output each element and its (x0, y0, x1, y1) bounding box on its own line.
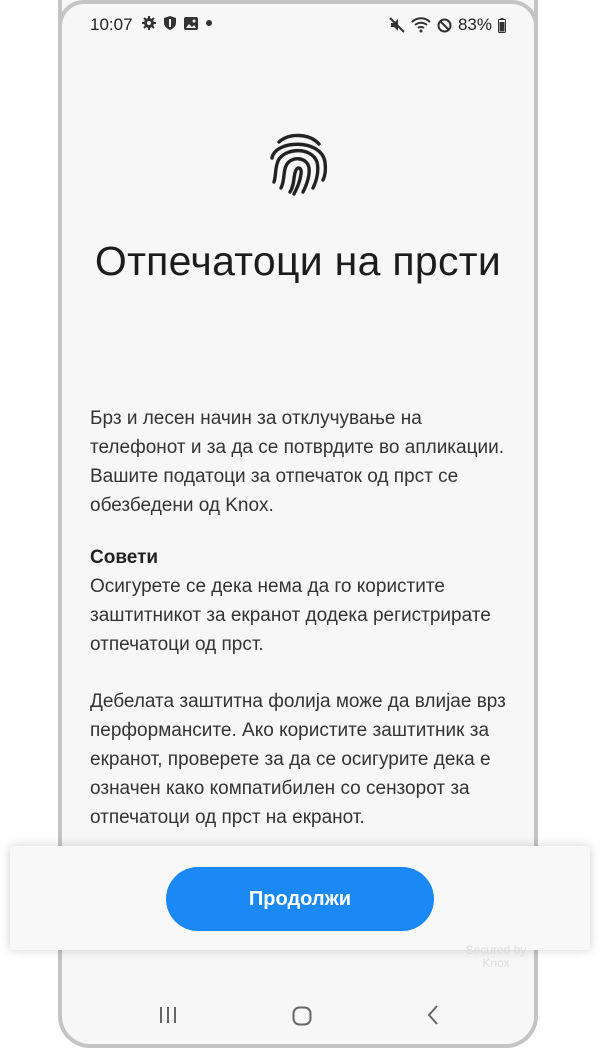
dot-icon (206, 20, 212, 26)
knox-watermark: Secured by Knox (456, 944, 536, 970)
battery-icon (498, 17, 506, 33)
status-right-icons: 83% (389, 15, 506, 35)
intro-text: Брз и лесен начин за отклучување на теле… (90, 408, 504, 516)
header: Отпечатоци на прсти (90, 130, 506, 288)
home-icon[interactable] (292, 1006, 312, 1026)
status-bar: 10:07 83% (62, 0, 534, 50)
status-left-icons (142, 16, 212, 30)
no-sign-icon (437, 18, 452, 32)
recent-apps-icon[interactable] (158, 1006, 178, 1024)
image-icon (184, 16, 198, 30)
mute-icon (389, 17, 405, 33)
tip-1-text: Осигурете се дека нема да го користите з… (90, 576, 491, 655)
wifi-icon (411, 17, 431, 33)
shield-icon (164, 16, 176, 30)
tip-2-text: Дебелата заштитна фолија може да влијае … (90, 691, 506, 828)
status-time: 10:07 (90, 15, 133, 34)
navigation-bar (62, 990, 534, 1040)
body-text: Брз и лесен начин за отклучување на теле… (90, 404, 510, 832)
gear-icon (142, 16, 156, 30)
watermark-line-2: Knox (482, 956, 510, 970)
back-icon[interactable] (426, 1004, 440, 1026)
continue-button[interactable]: Продолжи (166, 867, 434, 931)
battery-percent: 83% (457, 15, 492, 34)
bottom-panel: Продолжи (10, 846, 590, 950)
tips-title: Совети (90, 547, 159, 568)
page-title: Отпечатоци на прсти (94, 238, 502, 284)
fingerprint-icon (270, 133, 328, 196)
